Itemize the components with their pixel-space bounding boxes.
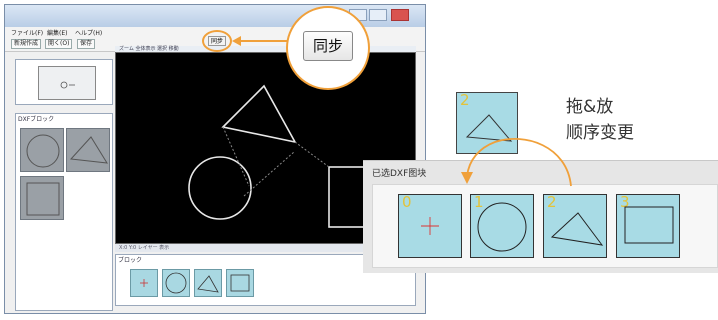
- callout-arrow-icon: [232, 36, 288, 46]
- maximize-button[interactable]: [369, 9, 387, 21]
- strip-thumb-cross[interactable]: [130, 269, 158, 297]
- circle-icon: [477, 202, 527, 252]
- dxf-panel-title: 已选DXF图块: [372, 169, 427, 179]
- menu-file[interactable]: ファイル(F): [11, 28, 43, 37]
- strip-thumb-triangle[interactable]: [194, 269, 222, 297]
- path-line-3: [294, 141, 330, 168]
- sync-button[interactable]: 同步: [303, 31, 353, 61]
- open-button[interactable]: 開く(O): [45, 39, 73, 49]
- dxf-tile-2[interactable]: 2: [543, 193, 607, 258]
- dxf-tile-1[interactable]: 1: [470, 193, 534, 258]
- preview-shape-icon: [60, 81, 75, 89]
- triangle-shape: [221, 84, 297, 144]
- new-button[interactable]: 新規作成: [11, 39, 42, 49]
- menu-help[interactable]: ヘルプ(H): [75, 28, 102, 37]
- cross-icon: [421, 217, 439, 235]
- preview-panel: [15, 59, 113, 105]
- dxf-tile-0[interactable]: 0: [398, 193, 462, 258]
- strip-thumb-rectangle[interactable]: [226, 269, 254, 297]
- block-strip-title: ブロック: [118, 257, 143, 264]
- layer-thumb-rectangle[interactable]: [20, 176, 64, 220]
- drag-drop-label: 拖&放: [566, 97, 614, 117]
- preview-thumbnail[interactable]: [38, 66, 96, 100]
- circle-shape: [188, 156, 252, 220]
- close-button[interactable]: [391, 9, 409, 21]
- layers-panel: DXFブロック: [15, 113, 113, 311]
- path-line-1: [222, 126, 250, 187]
- menu-edit[interactable]: 編集(E): [47, 28, 67, 37]
- path-line-2: [243, 151, 295, 197]
- sync-button-small[interactable]: 同步: [208, 36, 226, 46]
- save-button[interactable]: 保存: [77, 39, 96, 49]
- layers-panel-title: DXFブロック: [18, 116, 55, 123]
- triangle-icon: [550, 212, 604, 246]
- rectangle-icon: [624, 206, 674, 244]
- layer-thumb-triangle[interactable]: [66, 128, 110, 172]
- dxf-tile-3[interactable]: 3: [616, 193, 680, 258]
- layer-thumb-circle[interactable]: [20, 128, 64, 172]
- strip-thumb-circle[interactable]: [162, 269, 190, 297]
- drag-arrow-icon: [461, 138, 572, 187]
